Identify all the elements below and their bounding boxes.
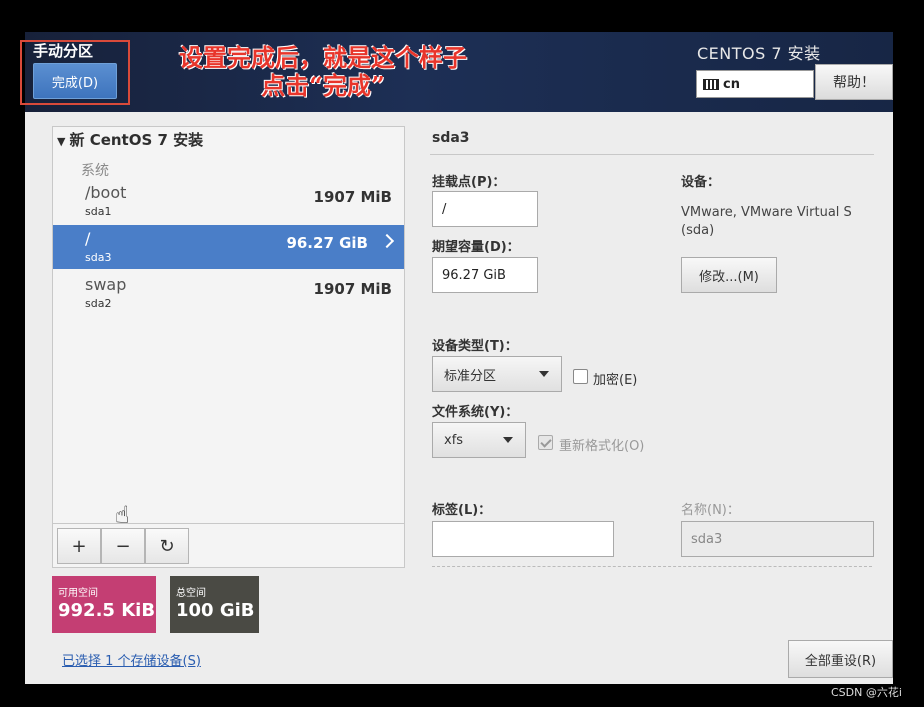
device-description: VMware, VMware Virtual S (sda) [681, 205, 852, 238]
tag-input[interactable] [432, 521, 614, 557]
product-title: CENTOS 7 安装 [697, 44, 821, 63]
installer-window: 手动分区 完成(D) 设置完成后，就是这个样子 点击“完成” CENTOS 7 … [20, 32, 893, 684]
partition-mount: /boot [85, 183, 127, 202]
total-space-value: 100 GiB [176, 600, 255, 621]
reformat-checkbox [538, 435, 553, 450]
modify-button[interactable]: 修改...(M) [681, 257, 777, 293]
partition-row-root[interactable]: / sda3 96.27 GiB [53, 225, 404, 269]
annotation-line1: 设置完成后，就是这个样子 [179, 43, 467, 72]
partition-row-boot[interactable]: /boot sda1 1907 MiB [53, 179, 404, 223]
keyboard-layout-indicator[interactable]: cn [696, 70, 814, 98]
install-tree-title: 新 CentOS 7 安装 [69, 131, 204, 149]
annotation-text: 设置完成后，就是这个样子 点击“完成” [163, 44, 483, 100]
reformat-label: 重新格式化(O) [559, 439, 645, 454]
watermark-text: CSDN @六花i [831, 686, 902, 699]
divider [432, 566, 872, 567]
install-tree-header[interactable]: ▼ 新 CentOS 7 安装 [57, 129, 203, 150]
partition-toolbar: + − ↻ [53, 523, 404, 568]
filesystem-value: xfs [444, 432, 464, 448]
add-partition-button[interactable]: + [57, 528, 101, 564]
partition-size: 1907 MiB [313, 280, 392, 298]
total-space-label: 总空间 [176, 588, 206, 599]
mount-point-input[interactable]: / [432, 191, 538, 227]
filesystem-dropdown[interactable]: xfs [432, 422, 526, 458]
partition-row-swap[interactable]: swap sda2 1907 MiB [53, 271, 404, 315]
partition-size: 96.27 GiB [286, 234, 368, 252]
section-label-system: 系统 [81, 163, 109, 179]
partition-device: sda1 [85, 205, 112, 218]
name-input: sda3 [681, 521, 874, 557]
partition-mount: swap [85, 275, 127, 294]
expand-triangle-icon: ▼ [57, 135, 66, 148]
capacity-label: 期望容量(D)： [432, 240, 520, 255]
available-space-value: 992.5 KiB [58, 600, 156, 621]
refresh-button[interactable]: ↻ [145, 528, 189, 564]
name-label: 名称(N)： [681, 503, 740, 518]
capacity-input[interactable]: 96.27 GiB [432, 257, 538, 293]
device-label: 设备： [681, 175, 721, 190]
header-bar: 手动分区 完成(D) 设置完成后，就是这个样子 点击“完成” CENTOS 7 … [20, 32, 893, 112]
reset-all-button[interactable]: 全部重设(R) [788, 640, 893, 678]
keyboard-layout-label: cn [723, 76, 740, 92]
partition-detail-title: sda3 [432, 130, 470, 146]
help-button[interactable]: 帮助！ [815, 64, 893, 100]
dropdown-arrow-icon [503, 437, 513, 443]
dropdown-arrow-icon [539, 371, 549, 377]
annotation-line2: 点击“完成” [261, 71, 385, 100]
encrypt-checkbox[interactable] [573, 369, 588, 384]
encrypt-label: 加密(E) [593, 373, 638, 388]
partition-device: sda3 [85, 251, 112, 264]
partition-mount: / [85, 229, 91, 248]
remove-partition-button[interactable]: − [101, 528, 145, 564]
device-type-dropdown[interactable]: 标准分区 [432, 356, 562, 392]
divider [430, 154, 874, 155]
total-space-badge: 总空间 100 GiB [170, 576, 259, 633]
filesystem-label: 文件系统(Y)： [432, 405, 519, 420]
partition-device: sda2 [85, 297, 112, 310]
device-type-label: 设备类型(T)： [432, 339, 518, 354]
available-space-label: 可用空间 [58, 588, 98, 599]
partition-size: 1907 MiB [313, 188, 392, 206]
tag-label: 标签(L)： [432, 503, 492, 518]
keyboard-icon [703, 78, 719, 90]
partition-list-panel: ▼ 新 CentOS 7 安装 系统 /boot sda1 1907 MiB / … [52, 126, 405, 568]
device-type-value: 标准分区 [444, 368, 497, 384]
mount-point-label: 挂载点(P)： [432, 175, 506, 190]
selected-storage-link[interactable]: 已选择 1 个存储设备(S) [62, 650, 201, 669]
chevron-right-icon [379, 233, 395, 249]
annotation-highlight-box [20, 40, 130, 105]
available-space-badge: 可用空间 992.5 KiB [52, 576, 156, 633]
